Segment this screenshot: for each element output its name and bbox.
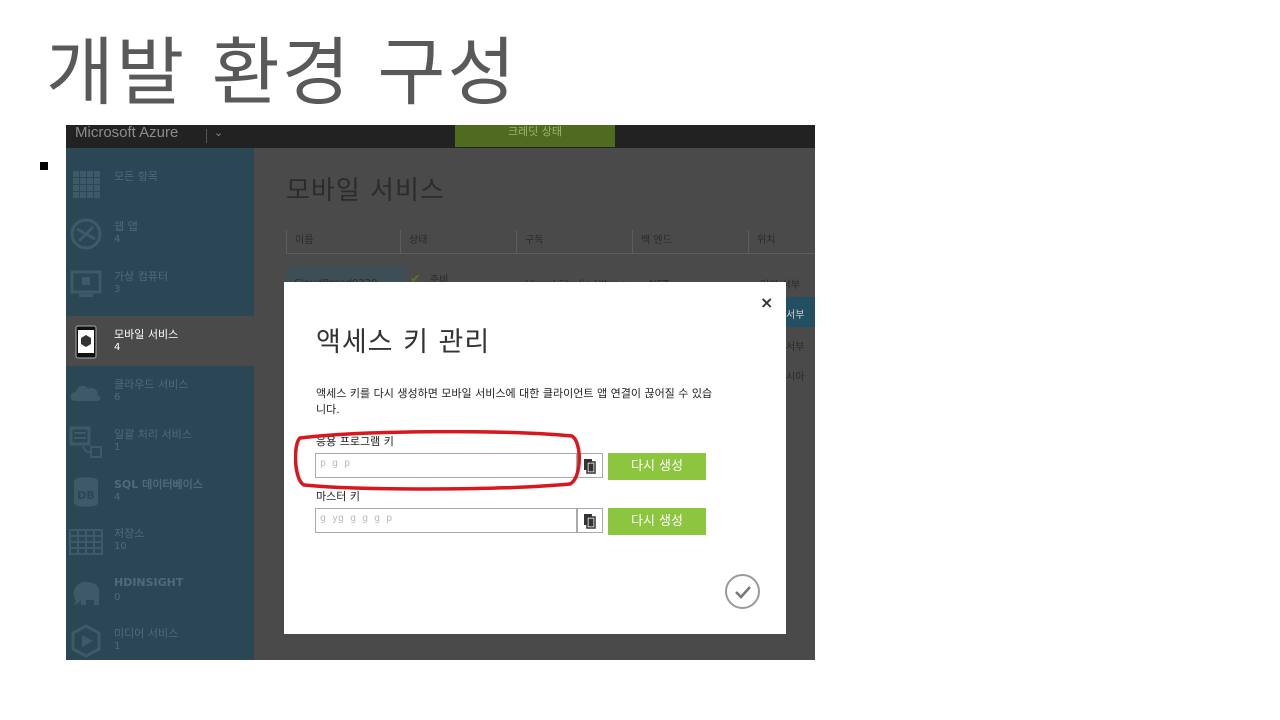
slide-title: 개발 환경 구성 — [46, 30, 518, 116]
sidebar-item-storage[interactable]: 저장소 10 — [66, 515, 254, 565]
row-location: 서부 — [786, 310, 805, 321]
sidebar-item-media-service[interactable]: 미디어 서비스 1 — [66, 615, 254, 660]
sidebar-item-label: SQL 데이터베이스 — [114, 478, 203, 491]
column-header-subscription[interactable]: 구독 — [516, 230, 632, 254]
red-highlight-annotation — [294, 430, 581, 491]
sidebar-item-cloud-service[interactable]: 클라우드 서비스 6 — [66, 366, 254, 416]
sidebar-item-count: 1 — [114, 442, 121, 453]
sidebar-item-label: 가상 컴퓨터 — [114, 270, 169, 283]
mobile-service-icon — [75, 325, 97, 359]
regenerate-app-key-button[interactable]: 다시 생성 — [608, 453, 706, 480]
sidebar-item-count: 3 — [114, 284, 121, 295]
elephant-icon — [73, 581, 100, 605]
column-header-location[interactable]: 위치 — [748, 230, 815, 254]
virtual-machine-icon — [70, 270, 102, 297]
sidebar-item-count: 10 — [114, 541, 127, 552]
sidebar-item-count: 4 — [114, 342, 121, 353]
sidebar-item-count: 4 — [114, 234, 121, 245]
column-header-name[interactable]: 이름 — [286, 230, 400, 254]
credit-status-button[interactable]: 크레딧 상태 — [455, 125, 615, 147]
sidebar-item-hdinsight[interactable]: HDINSIGHT 0 — [66, 566, 254, 616]
sidebar-item-label: 미디어 서비스 — [114, 627, 179, 640]
sidebar-item-all[interactable]: 모든 항목 — [66, 158, 254, 208]
batch-service-icon — [69, 426, 102, 458]
top-bar: Microsoft Azure ⌄ 크레딧 상태 — [66, 125, 815, 148]
copy-master-key-button[interactable] — [577, 508, 603, 533]
brand-name: Microsoft Azure — [75, 125, 179, 141]
sidebar-item-count: 0 — [114, 592, 121, 603]
sidebar-item-web-app[interactable]: 웹 앱 4 — [66, 208, 254, 258]
column-header-status[interactable]: 상태 — [400, 230, 516, 254]
database-icon: DB — [74, 477, 98, 507]
sidebar-item-count: 6 — [114, 392, 121, 403]
row-location: 서부 — [786, 342, 805, 353]
row-location: 시아 — [786, 372, 805, 383]
sidebar-item-label: 모바일 서비스 — [114, 328, 179, 341]
slide: 개발 환경 구성 Microsoft Azure ⌄ 크레딧 상태 모든 항목 — [0, 0, 1280, 720]
dialog-description: 액세스 키를 다시 생성하면 모바일 서비스에 대한 클라이언트 앱 연결이 끊… — [316, 387, 713, 416]
web-app-icon — [70, 218, 102, 250]
sidebar: 모든 항목 웹 앱 4 가상 컴퓨터 3 모바일 서비스 4 클라우드 서비스 … — [66, 148, 254, 660]
sidebar-item-sql-database[interactable]: DB SQL 데이터베이스 4 — [66, 466, 254, 516]
dialog-title: 액세스 키 관리 — [316, 327, 491, 358]
cloud-service-icon — [70, 385, 101, 401]
sidebar-item-count: 4 — [114, 492, 121, 503]
sidebar-item-batch-service[interactable]: 일괄 처리 서비스 1 — [66, 416, 254, 466]
column-header-backend[interactable]: 백 엔드 — [632, 230, 748, 254]
sidebar-item-label: 모든 항목 — [114, 170, 158, 183]
sidebar-item-virtual-machine[interactable]: 가상 컴퓨터 3 — [66, 258, 254, 308]
regenerate-master-key-button[interactable]: 다시 생성 — [608, 508, 706, 535]
ok-button[interactable] — [725, 574, 760, 609]
close-icon[interactable]: × — [760, 294, 773, 312]
table-header: 이름 상태 구독 백 엔드 위치 — [286, 230, 815, 254]
chevron-down-icon[interactable]: ⌄ — [214, 125, 228, 141]
copy-icon — [584, 514, 596, 529]
sidebar-item-label: 클라우드 서비스 — [114, 378, 189, 391]
sidebar-item-label: 일괄 처리 서비스 — [114, 428, 192, 441]
sidebar-item-label: 웹 앱 — [114, 220, 138, 233]
sidebar-item-label: 저장소 — [114, 527, 145, 540]
grid-icon — [73, 171, 100, 198]
master-key-field[interactable]: g yg g g g p — [315, 508, 577, 533]
divider — [206, 129, 207, 143]
svg-text:DB: DB — [77, 489, 95, 502]
sidebar-item-count: 1 — [114, 641, 121, 652]
page-heading: 모바일 서비스 — [286, 176, 445, 206]
checkmark-icon — [735, 586, 751, 599]
sidebar-item-label: HDINSIGHT — [114, 576, 184, 589]
sidebar-item-mobile-service[interactable]: 모바일 서비스 4 — [66, 316, 254, 366]
media-service-icon — [71, 624, 101, 658]
bullet-marker — [40, 162, 48, 170]
storage-icon — [69, 529, 103, 555]
